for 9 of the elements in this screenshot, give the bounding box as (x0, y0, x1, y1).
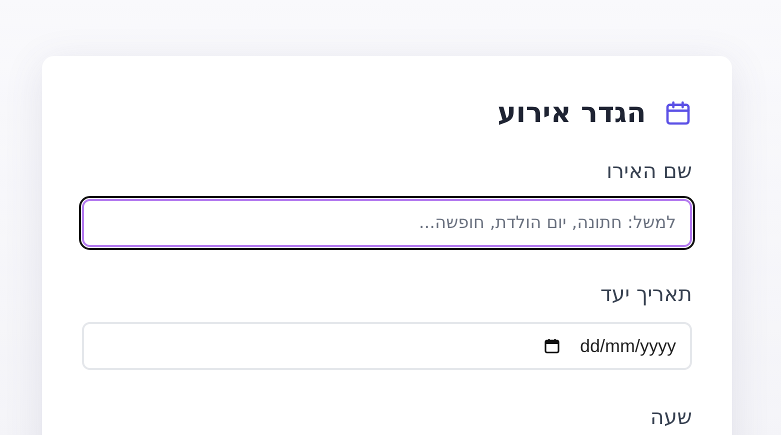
date-value: dd/mm/yyyy (580, 336, 676, 356)
calendar-icon (664, 98, 692, 126)
field-label: שעה (649, 405, 692, 429)
field-label: תאריך יעד (599, 282, 692, 306)
event-name-field[interactable]: למשל: חתונה, יום הולדת, חופשה... (82, 199, 692, 247)
calendar-icon[interactable] (544, 338, 560, 354)
card-title: הגדר אירוע (497, 96, 646, 129)
date-field[interactable]: dd/mm/yyyy (82, 322, 692, 370)
field-label: שם האירו (605, 159, 692, 183)
